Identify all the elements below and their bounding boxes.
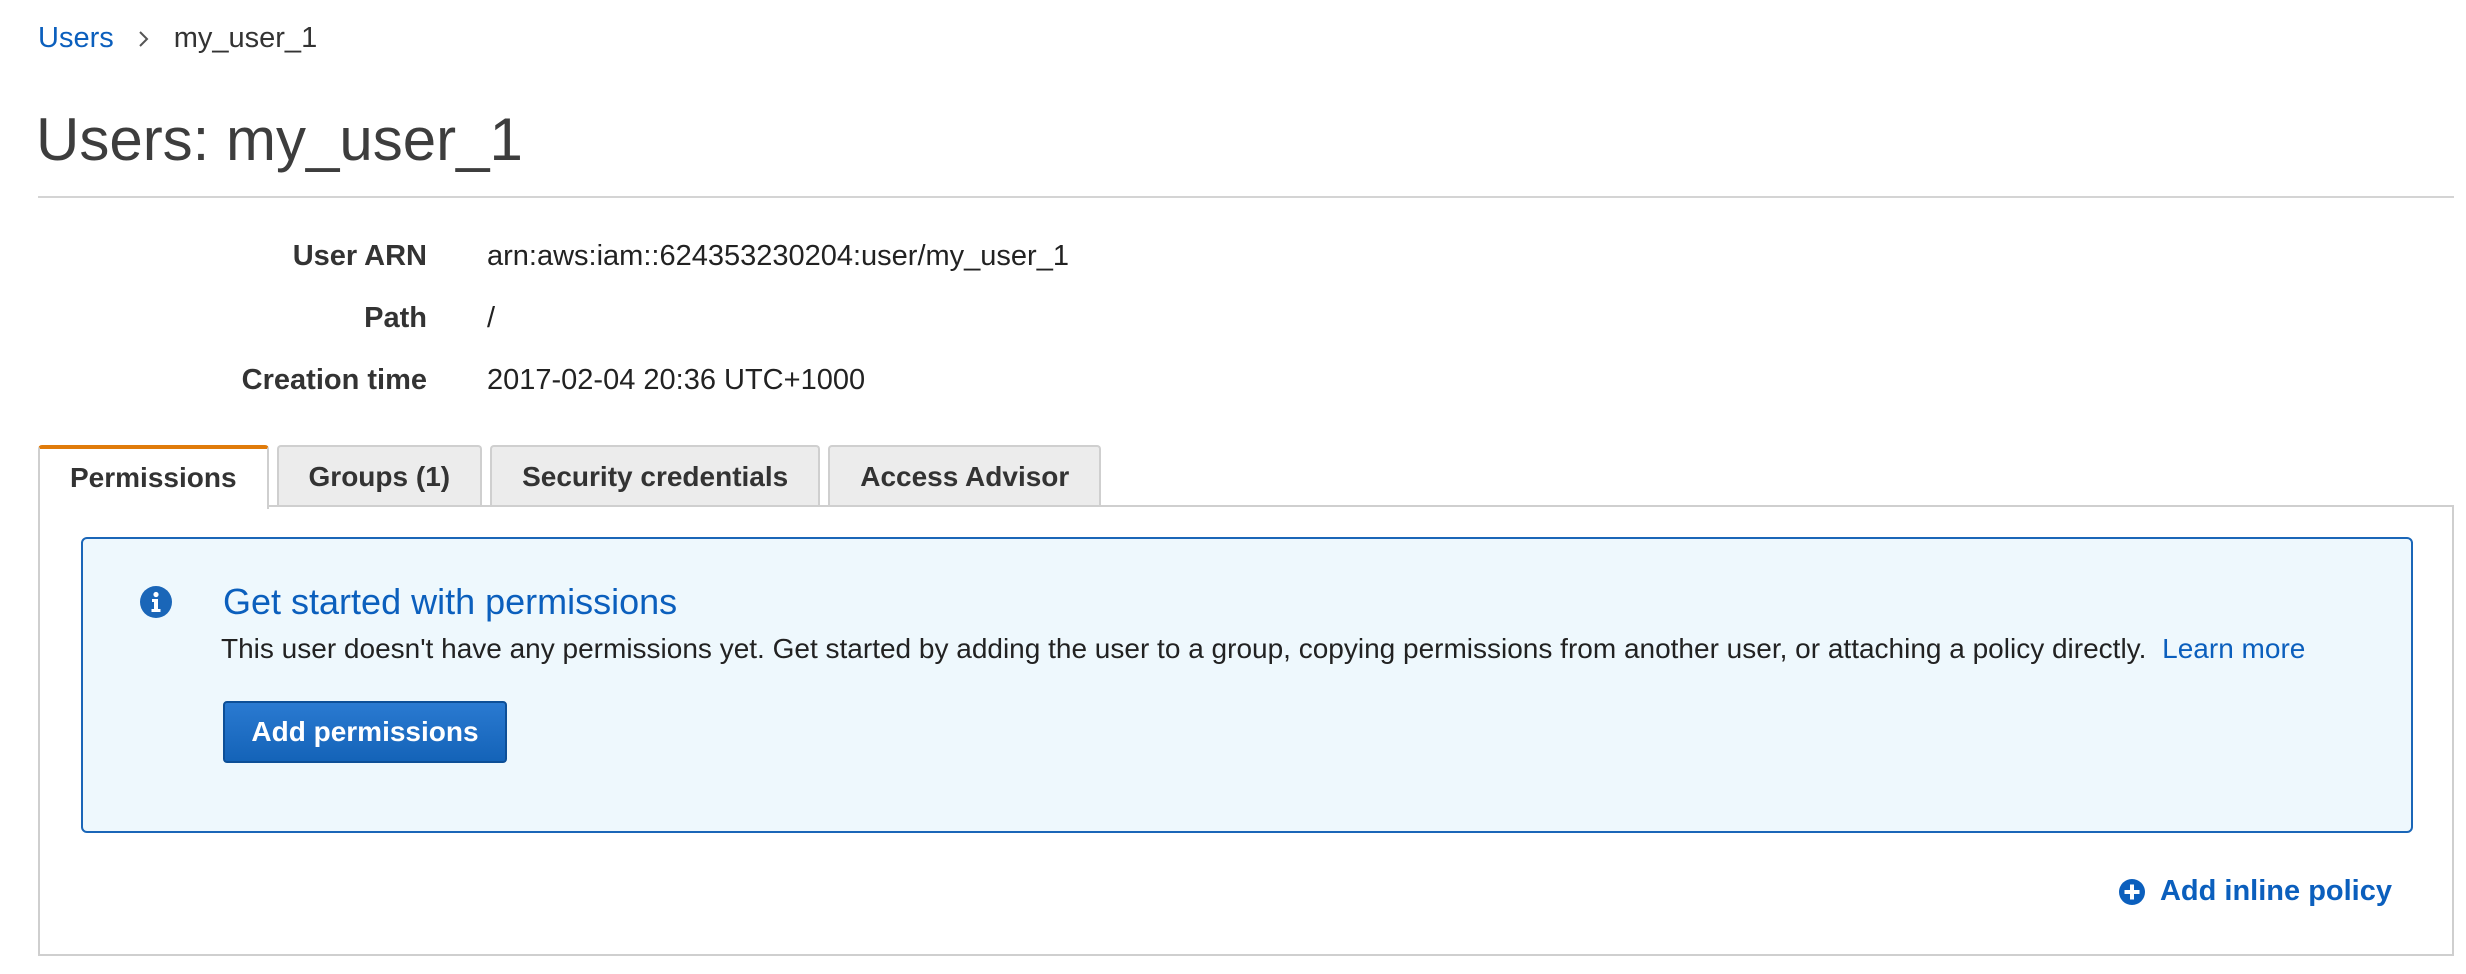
- tab-bar: Permissions Groups (1) Security credenti…: [38, 443, 1109, 509]
- add-inline-policy-link[interactable]: Add inline policy: [2118, 875, 2392, 908]
- chevron-right-icon: [138, 20, 152, 56]
- plus-circle-icon: [2118, 878, 2146, 906]
- summary-row-user-arn: User ARN arn:aws:iam::624353230204:user/…: [0, 236, 1069, 276]
- tab-groups[interactable]: Groups (1): [276, 445, 483, 507]
- title-divider: [38, 196, 2454, 198]
- alert-message: This user doesn't have any permissions y…: [221, 633, 2147, 664]
- tab-permissions[interactable]: Permissions: [38, 445, 269, 509]
- creation-time-value: 2017-02-04 20:36 UTC+1000: [487, 363, 866, 396]
- tab-security-credentials[interactable]: Security credentials: [490, 445, 821, 507]
- user-arn-label: User ARN: [292, 239, 427, 272]
- alert-body: This user doesn't have any permissions y…: [221, 631, 2305, 667]
- learn-more-link[interactable]: Learn more: [2162, 633, 2305, 664]
- breadcrumb: Users my_user_1: [38, 20, 317, 56]
- info-icon: [139, 585, 173, 619]
- path-label: Path: [364, 301, 427, 334]
- creation-time-label: Creation time: [241, 363, 427, 396]
- alert-title: Get started with permissions: [223, 581, 678, 622]
- breadcrumb-current: my_user_1: [173, 22, 318, 54]
- add-inline-policy-label[interactable]: Add inline policy: [2160, 875, 2392, 908]
- permissions-panel: Get started with permissions This user d…: [38, 505, 2454, 956]
- summary-row-path: Path /: [0, 298, 495, 338]
- info-alert: Get started with permissions This user d…: [81, 537, 2413, 833]
- breadcrumb-users-link[interactable]: Users: [38, 20, 114, 56]
- summary-row-creation-time: Creation time 2017-02-04 20:36 UTC+1000: [0, 360, 865, 400]
- page-title: Users: my_user_1: [36, 106, 523, 173]
- path-value: /: [487, 301, 496, 334]
- user-arn-value: arn:aws:iam::624353230204:user/my_user_1: [487, 239, 1069, 272]
- tab-access-advisor[interactable]: Access Advisor: [828, 445, 1102, 507]
- add-permissions-button[interactable]: Add permissions: [223, 701, 507, 763]
